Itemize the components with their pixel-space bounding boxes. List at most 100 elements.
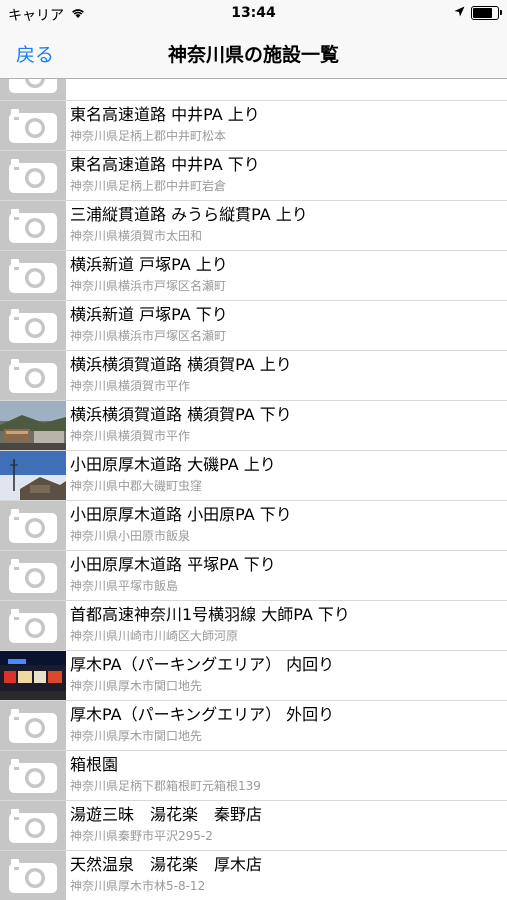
sky-photo (0, 451, 66, 500)
camera-icon (0, 501, 66, 550)
camera-icon (0, 551, 66, 600)
facility-row[interactable]: 天然温泉 湯花楽 厚木店神奈川県厚木市林5-8-12 (0, 851, 507, 900)
camera-icon (0, 601, 66, 650)
facility-address: 神奈川県横須賀市平作 (70, 429, 191, 443)
facility-row[interactable]: 小田原厚木道路 大磯PA 上り神奈川県中郡大磯町虫窪 (0, 451, 507, 501)
camera-icon (0, 351, 66, 400)
facility-address: 神奈川県中郡大磯町虫窪 (70, 479, 203, 493)
camera-icon (0, 79, 66, 100)
navigation-bar: 戻る 神奈川県の施設一覧 (0, 28, 507, 79)
facility-text: 厚木PA（パーキングエリア） 内回り神奈川県厚木市関口地先 (70, 654, 501, 695)
facility-thumbnail (0, 151, 66, 200)
facility-text: 小田原厚木道路 大磯PA 上り神奈川県中郡大磯町虫窪 (70, 454, 501, 495)
facility-name: 小田原厚木道路 大磯PA 上り (70, 455, 276, 474)
facility-thumbnail (0, 301, 66, 350)
facility-row[interactable]: 横浜新道 戸塚PA 上り 神奈川県横浜市戸塚区名瀬町 (0, 251, 507, 301)
facility-name: 天然温泉 湯花楽 厚木店 (70, 855, 263, 874)
facility-row[interactable]: 小田原厚木道路 平塚PA 下り神奈川県平塚市飯島 (0, 551, 507, 601)
facility-row[interactable]: 神奈川県横浜市緑区北八朔町 (0, 79, 507, 101)
facility-text: 厚木PA（パーキングエリア） 外回り神奈川県厚木市関口地先 (70, 704, 501, 745)
camera-icon (0, 301, 66, 350)
facility-thumbnail (0, 251, 66, 300)
facility-thumbnail (0, 851, 66, 900)
page-title: 神奈川県の施設一覧 (167, 44, 339, 66)
facility-row[interactable]: 首都高速神奈川1号横羽線 大師PA 下り神奈川県川崎市川崎区大師河原 (0, 601, 507, 651)
facility-name: 湯遊三昧 湯花楽 秦野店 (70, 805, 263, 824)
facility-name: 首都高速神奈川1号横羽線 大師PA 下り (70, 605, 350, 624)
facility-thumbnail (0, 751, 66, 800)
facility-name: 厚木PA（パーキングエリア） 外回り (70, 705, 335, 724)
facility-thumbnail (0, 551, 66, 600)
facility-address: 神奈川県横須賀市太田和 (70, 229, 203, 243)
camera-icon (0, 201, 66, 250)
facility-list[interactable]: 神奈川県横浜市緑区北八朔町 東名高速道路 中井PA 上り神奈川県足柄上郡中井町松… (0, 79, 507, 900)
facility-name: 小田原厚木道路 平塚PA 下り (70, 555, 276, 574)
facility-row[interactable]: 横浜横須賀道路 横須賀PA 下り神奈川県横須賀市平作 (0, 401, 507, 451)
camera-icon (0, 251, 66, 300)
facility-thumbnail (0, 601, 66, 650)
facility-name: 三浦縦貫道路 みうら縦貫PA 上り (70, 205, 308, 224)
facility-address: 神奈川県小田原市飯泉 (70, 529, 191, 543)
facility-row[interactable]: 三浦縦貫道路 みうら縦貫PA 上り神奈川県横須賀市太田和 (0, 201, 507, 251)
facility-address: 神奈川県横浜市戸塚区名瀬町 (70, 329, 227, 343)
facility-address: 神奈川県足柄上郡中井町岩倉 (70, 179, 227, 193)
facility-name: 厚木PA（パーキングエリア） 内回り (70, 655, 335, 674)
location-arrow-icon (454, 5, 465, 21)
facility-thumbnail (0, 451, 66, 500)
facility-address: 神奈川県平塚市飯島 (70, 579, 179, 593)
camera-icon (0, 101, 66, 150)
facility-row[interactable]: 東名高速道路 中井PA 下り神奈川県足柄上郡中井町岩倉 (0, 151, 507, 201)
rest-area-photo (0, 401, 66, 450)
facility-row[interactable]: 厚木PA（パーキングエリア） 外回り神奈川県厚木市関口地先 (0, 701, 507, 751)
facility-address: 神奈川県川崎市川崎区大師河原 (70, 629, 239, 643)
status-time: 13:44 (231, 5, 276, 21)
facility-name: 横浜新道 戸塚PA 上り (70, 255, 228, 274)
facility-row[interactable]: 横浜横須賀道路 横須賀PA 上り神奈川県横須賀市平作 (0, 351, 507, 401)
facility-text: 湯遊三昧 湯花楽 秦野店 神奈川県秦野市平沢295-2 (70, 804, 501, 845)
facility-text: 横浜新道 戸塚PA 下り神奈川県横浜市戸塚区名瀬町 (70, 304, 501, 345)
facility-row[interactable]: 小田原厚木道路 小田原PA 下り神奈川県小田原市飯泉 (0, 501, 507, 551)
facility-row[interactable]: 湯遊三昧 湯花楽 秦野店 神奈川県秦野市平沢295-2 (0, 801, 507, 851)
facility-row[interactable]: 厚木PA（パーキングエリア） 内回り神奈川県厚木市関口地先 (0, 651, 507, 701)
facility-text: 東名高速道路 中井PA 下り神奈川県足柄上郡中井町岩倉 (70, 154, 501, 195)
facility-text: 小田原厚木道路 平塚PA 下り神奈川県平塚市飯島 (70, 554, 501, 595)
facility-text: 横浜新道 戸塚PA 上り 神奈川県横浜市戸塚区名瀬町 (70, 254, 501, 295)
facility-name: 小田原厚木道路 小田原PA 下り (70, 505, 292, 524)
facility-thumbnail (0, 701, 66, 750)
facility-thumbnail (0, 801, 66, 850)
facility-address: 神奈川県横須賀市平作 (70, 379, 191, 393)
facility-text: 小田原厚木道路 小田原PA 下り神奈川県小田原市飯泉 (70, 504, 501, 545)
facility-thumbnail (0, 101, 66, 150)
facility-text: 横浜横須賀道路 横須賀PA 下り神奈川県横須賀市平作 (70, 404, 501, 445)
facility-text: 東名高速道路 中井PA 上り神奈川県足柄上郡中井町松本 (70, 104, 501, 145)
facility-address: 神奈川県足柄下郡箱根町元箱根139 (70, 779, 261, 793)
facility-row[interactable]: 東名高速道路 中井PA 上り神奈川県足柄上郡中井町松本 (0, 101, 507, 151)
night-shop-photo (0, 651, 66, 700)
facility-thumbnail (0, 351, 66, 400)
camera-icon (0, 151, 66, 200)
facility-text: 首都高速神奈川1号横羽線 大師PA 下り神奈川県川崎市川崎区大師河原 (70, 604, 501, 645)
facility-address: 神奈川県足柄上郡中井町松本 (70, 129, 227, 143)
facility-address: 神奈川県厚木市関口地先 (70, 679, 203, 693)
facility-name: 東名高速道路 中井PA 下り (70, 155, 260, 174)
camera-icon (0, 701, 66, 750)
facility-row[interactable]: 横浜新道 戸塚PA 下り神奈川県横浜市戸塚区名瀬町 (0, 301, 507, 351)
camera-icon (0, 801, 66, 850)
facility-address: 神奈川県厚木市林5-8-12 (70, 879, 206, 893)
facility-name: 横浜新道 戸塚PA 下り (70, 305, 228, 324)
facility-name: 横浜横須賀道路 横須賀PA 下り (70, 405, 292, 424)
facility-text: 箱根園神奈川県足柄下郡箱根町元箱根139 (70, 754, 501, 795)
facility-text: 天然温泉 湯花楽 厚木店神奈川県厚木市林5-8-12 (70, 854, 501, 895)
facility-thumbnail (0, 501, 66, 550)
facility-name: 東名高速道路 中井PA 上り (70, 105, 260, 124)
status-bar: キャリア 13:44 (0, 0, 507, 28)
facility-row[interactable]: 箱根園神奈川県足柄下郡箱根町元箱根139 (0, 751, 507, 801)
facility-text: 横浜横須賀道路 横須賀PA 上り神奈川県横須賀市平作 (70, 354, 501, 395)
status-right (454, 5, 502, 21)
facility-name: 箱根園 (70, 755, 119, 774)
facility-name: 横浜横須賀道路 横須賀PA 上り (70, 355, 292, 374)
facility-address: 神奈川県厚木市関口地先 (70, 729, 203, 743)
facility-thumbnail (0, 79, 66, 100)
battery-icon (471, 6, 502, 20)
facility-thumbnail (0, 201, 66, 250)
